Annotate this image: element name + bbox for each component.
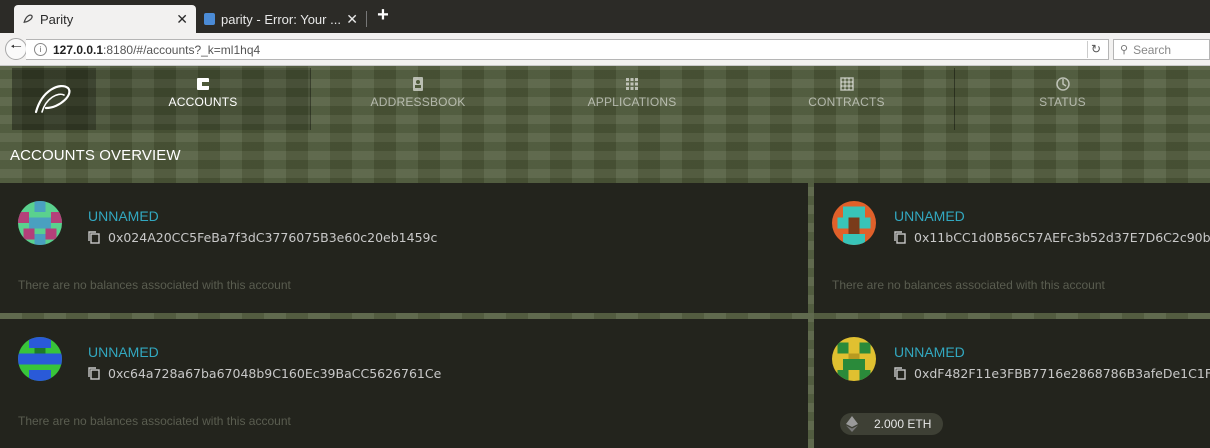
reload-icon[interactable]: ↻ bbox=[1087, 41, 1104, 58]
pulse-icon bbox=[1055, 77, 1070, 91]
url-host: 127.0.0.1 bbox=[53, 42, 104, 57]
identicon-avatar bbox=[832, 201, 876, 245]
close-tab-icon[interactable]: ✕ bbox=[346, 11, 358, 28]
balance-text: There are no balances associated with th… bbox=[18, 278, 291, 292]
eth-balance-value: 2.000 ETH bbox=[874, 417, 932, 431]
page-title: ACCOUNTS OVERVIEW bbox=[10, 147, 181, 164]
account-card[interactable]: UNNAMED 0xc64a728a67ba67048b9C160Ec39BaC… bbox=[0, 319, 808, 448]
copy-icon[interactable] bbox=[88, 231, 100, 244]
identicon-avatar bbox=[18, 337, 62, 381]
ethereum-icon bbox=[846, 416, 858, 432]
tab-separator bbox=[366, 11, 367, 27]
tab-label: ACCOUNTS bbox=[168, 95, 238, 109]
tab-applications[interactable]: APPLICATIONS bbox=[525, 68, 739, 130]
address-text: 0xdF482F11e3FBB7716e2868786B3afeDe1C1FB bbox=[914, 366, 1210, 381]
info-icon[interactable]: i bbox=[34, 43, 47, 56]
account-name[interactable]: UNNAMED bbox=[88, 208, 159, 224]
address-text: 0xc64a728a67ba67048b9C160Ec39BaCC5626761… bbox=[108, 366, 442, 381]
tab-title: Parity bbox=[40, 11, 74, 27]
tab-label: ADDRESSBOOK bbox=[370, 95, 466, 109]
tab-label: STATUS bbox=[1039, 95, 1086, 109]
close-tab-icon[interactable]: ✕ bbox=[176, 11, 188, 28]
parity-logo-icon bbox=[34, 85, 71, 114]
tab-label: CONTRACTS bbox=[808, 95, 885, 109]
parity-logo[interactable] bbox=[12, 68, 96, 130]
tab-contracts[interactable]: CONTRACTS bbox=[739, 68, 954, 130]
document-icon bbox=[204, 13, 215, 25]
account-card[interactable]: UNNAMED 0x11bCC1d0B56C57AEFc3b52d37E7D6C… bbox=[814, 183, 1210, 313]
account-name[interactable]: UNNAMED bbox=[894, 344, 965, 360]
main-navigation: ACCOUNTS ADDRESSBOOK APPLICATIONS CONTRA… bbox=[0, 68, 1210, 130]
parity-app: ACCOUNTS ADDRESSBOOK APPLICATIONS CONTRA… bbox=[0, 66, 1210, 448]
tab-label: APPLICATIONS bbox=[587, 95, 677, 109]
table-icon bbox=[839, 77, 854, 91]
address-text: 0x024A20CC5FeBa7f3dC3776075B3e60c20eb145… bbox=[108, 230, 438, 245]
copy-icon[interactable] bbox=[894, 367, 906, 380]
new-tab-plus-icon[interactable]: + bbox=[373, 4, 393, 27]
browser-tab-bar: Parity ✕ parity - Error: Your ... ✕ + bbox=[0, 0, 1210, 33]
account-name[interactable]: UNNAMED bbox=[894, 208, 965, 224]
account-address[interactable]: 0xdF482F11e3FBB7716e2868786B3afeDe1C1FB bbox=[894, 366, 1210, 381]
tab-accounts[interactable]: ACCOUNTS bbox=[96, 68, 310, 130]
tab-title: parity - Error: Your ... bbox=[221, 11, 341, 27]
account-name[interactable]: UNNAMED bbox=[88, 344, 159, 360]
browser-tab-error[interactable]: parity - Error: Your ... ✕ bbox=[196, 5, 366, 33]
browser-nav-bar: 🠐 i 127.0.0.1 :8180/#/accounts?_k=ml1hq4… bbox=[0, 33, 1210, 66]
tab-status[interactable]: STATUS bbox=[955, 68, 1170, 130]
eth-balance-badge: 2.000 ETH bbox=[840, 413, 944, 435]
back-arrow-icon: 🠐 bbox=[10, 39, 22, 54]
url-path: :8180/#/accounts?_k=ml1hq4 bbox=[103, 42, 261, 57]
balance-text: There are no balances associated with th… bbox=[18, 414, 291, 428]
account-address[interactable]: 0xc64a728a67ba67048b9C160Ec39BaCC5626761… bbox=[88, 366, 441, 381]
balance-text: There are no balances associated with th… bbox=[832, 278, 1105, 292]
identicon-avatar bbox=[832, 337, 876, 381]
search-input[interactable]: ⚲ Search bbox=[1113, 39, 1210, 60]
browser-tab-parity[interactable]: Parity ✕ bbox=[14, 5, 196, 33]
address-text: 0x11bCC1d0B56C57AEFc3b52d37E7D6C2c90b8e bbox=[914, 230, 1210, 245]
contact-book-icon bbox=[413, 77, 423, 91]
account-address[interactable]: 0x11bCC1d0B56C57AEFc3b52d37E7D6C2c90b8e bbox=[894, 230, 1210, 245]
back-button[interactable]: 🠐 bbox=[5, 38, 27, 60]
grid-icon bbox=[626, 78, 638, 90]
account-card[interactable]: UNNAMED 0xdF482F11e3FBB7716e2868786B3afe… bbox=[814, 319, 1210, 448]
url-bar[interactable]: i 127.0.0.1 :8180/#/accounts?_k=ml1hq4 ↻ bbox=[26, 39, 1109, 60]
tab-addressbook[interactable]: ADDRESSBOOK bbox=[311, 68, 525, 130]
account-address[interactable]: 0x024A20CC5FeBa7f3dC3776075B3e60c20eb145… bbox=[88, 230, 437, 245]
account-card[interactable]: UNNAMED 0x024A20CC5FeBa7f3dC3776075B3e60… bbox=[0, 183, 808, 313]
copy-icon[interactable] bbox=[894, 231, 906, 244]
identicon-avatar bbox=[18, 201, 62, 245]
search-icon: ⚲ bbox=[1120, 44, 1129, 56]
parity-logo-icon bbox=[23, 14, 33, 24]
copy-icon[interactable] bbox=[88, 367, 100, 380]
wallet-icon bbox=[197, 78, 209, 90]
search-placeholder: Search bbox=[1133, 42, 1172, 57]
